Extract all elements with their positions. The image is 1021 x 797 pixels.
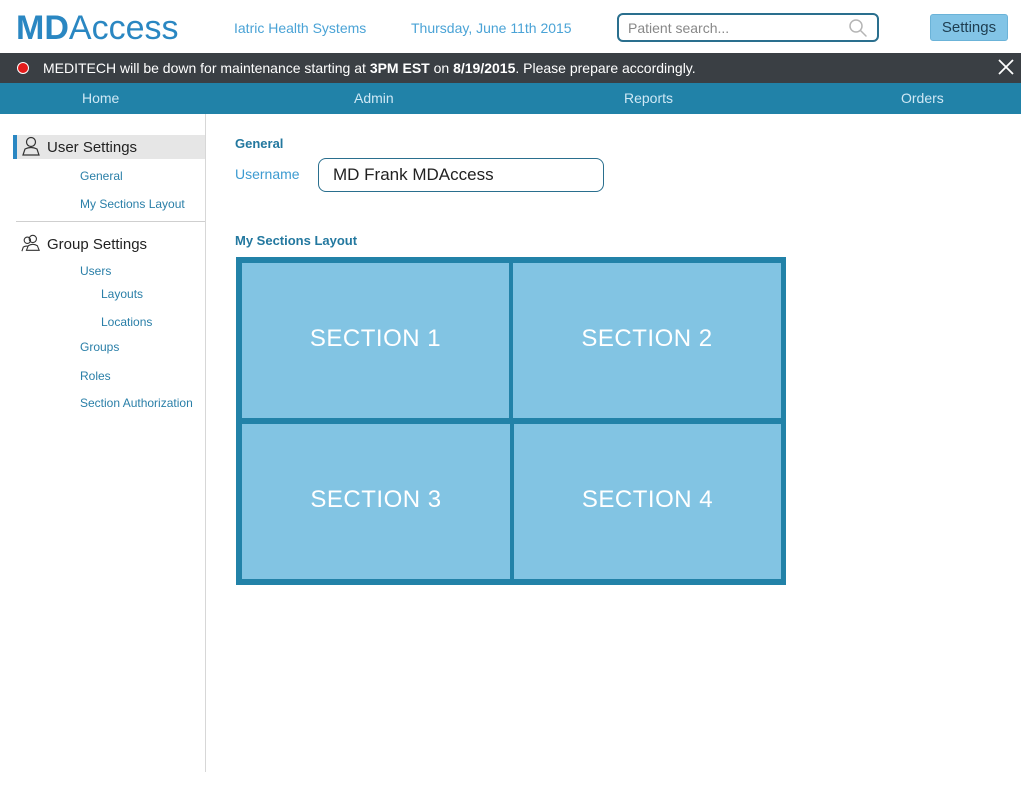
sidebar-item-section-authorization[interactable]: Section Authorization — [80, 396, 193, 410]
section-3-tile[interactable]: SECTION 3 — [242, 424, 510, 579]
logo-access: Access — [68, 9, 179, 47]
alert-text-mid: on — [429, 60, 454, 76]
sidebar-divider — [16, 221, 205, 222]
sidebar-user-settings[interactable]: User Settings — [13, 135, 205, 159]
sidebar-item-groups[interactable]: Groups — [80, 340, 119, 354]
alert-text-post: . Please prepare accordingly. — [515, 60, 696, 76]
patient-search-input[interactable] — [628, 18, 843, 37]
patient-search-box[interactable] — [617, 13, 879, 42]
sidebar-group-settings[interactable]: Group Settings — [16, 232, 205, 256]
section-4-label: SECTION 4 — [581, 486, 714, 513]
group-icon — [21, 234, 40, 252]
alert-text-pre: MEDITECH will be down for maintenance st… — [43, 60, 370, 76]
tab-orders[interactable]: Orders — [901, 90, 944, 106]
alert-time: 3PM EST — [369, 60, 430, 76]
sidebar-item-my-sections-layout[interactable]: My Sections Layout — [80, 197, 185, 211]
logo-md: MD — [16, 9, 69, 47]
organization-name: Iatric Health Systems — [234, 20, 367, 36]
username-field[interactable]: MD Frank MDAccess — [318, 158, 604, 192]
section-4-tile[interactable]: SECTION 4 — [514, 424, 781, 579]
close-icon[interactable] — [997, 58, 1015, 76]
sidebar-item-general[interactable]: General — [80, 169, 123, 183]
sidebar-item-users[interactable]: Users — [80, 264, 111, 278]
alert-date: 8/19/2015 — [453, 60, 516, 76]
my-sections-layout-title: My Sections Layout — [235, 233, 358, 248]
settings-button[interactable]: Settings — [930, 14, 1008, 41]
section-1-label: SECTION 1 — [309, 325, 442, 352]
general-title: General — [235, 136, 284, 151]
app-header: MDAccess Iatric Health Systems Thursday,… — [0, 0, 1021, 53]
user-icon — [22, 136, 40, 156]
section-2-tile[interactable]: SECTION 2 — [513, 263, 781, 418]
section-2-label: SECTION 2 — [581, 325, 713, 352]
sections-layout-grid: SECTION 1 SECTION 2 SECTION 3 SECTION 4 — [236, 257, 786, 585]
tab-home[interactable]: Home — [82, 90, 119, 106]
main-nav: Home Admin Reports Orders — [0, 83, 1021, 114]
sidebar-group-settings-label: Group Settings — [47, 236, 148, 253]
maintenance-alert: MEDITECH will be down for maintenance st… — [0, 53, 1021, 83]
settings-sidebar: User Settings General My Sections Layout… — [0, 114, 206, 772]
sidebar-item-locations[interactable]: Locations — [101, 315, 152, 329]
tab-admin[interactable]: Admin — [354, 90, 394, 106]
sidebar-item-roles[interactable]: Roles — [80, 369, 111, 383]
username-label: Username — [235, 166, 300, 182]
alert-dot-icon — [17, 62, 29, 74]
alert-message: MEDITECH will be down for maintenance st… — [43, 60, 696, 76]
current-date: Thursday, June 11th 2015 — [411, 20, 572, 36]
sidebar-user-settings-label: User Settings — [47, 139, 138, 156]
search-icon[interactable] — [848, 18, 868, 38]
tab-reports[interactable]: Reports — [624, 90, 673, 106]
section-1-tile[interactable]: SECTION 1 — [242, 263, 509, 418]
sidebar-item-layouts[interactable]: Layouts — [101, 287, 143, 301]
app-logo[interactable]: MDAccess — [16, 8, 178, 48]
section-3-label: SECTION 3 — [310, 486, 442, 513]
